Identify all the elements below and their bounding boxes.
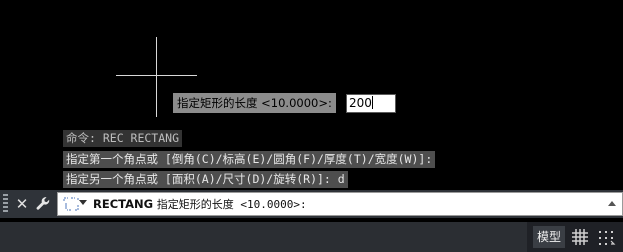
layout-tabs-area: [0, 222, 527, 252]
dynamic-input-value: 200: [349, 96, 372, 110]
command-input[interactable]: RECTANG 指定矩形的长度 <10.0000>:: [57, 192, 623, 216]
command-history-line: 指定另一个角点或 [面积(A)/尺寸(D)/旋转(R)]: d: [63, 171, 348, 188]
command-history-line: 命令: REC RECTANG: [63, 130, 183, 147]
active-command-name: RECTANG: [93, 197, 154, 211]
command-prompt-message: 指定矩形的长度 <10.0000>:: [156, 198, 307, 211]
model-space-button[interactable]: 模型: [533, 226, 565, 248]
chevron-up-icon[interactable]: [608, 201, 616, 206]
dynamic-input-prompt: 指定矩形的长度 <10.0000>:: [173, 93, 336, 113]
drag-handle[interactable]: [3, 194, 8, 214]
chevron-down-icon[interactable]: [79, 200, 87, 205]
command-prompt-icon[interactable]: [63, 197, 79, 211]
grid-icon[interactable]: [570, 227, 590, 247]
crosshair-vertical: [156, 37, 157, 117]
drawing-canvas[interactable]: 指定矩形的长度 <10.0000>: 200 命令: REC RECTANG 指…: [0, 0, 623, 252]
dynamic-input-field[interactable]: 200: [346, 94, 396, 113]
command-history-line: 指定第一个角点或 [倒角(C)/标高(E)/圆角(F)/厚度(T)/宽度(W)]…: [63, 151, 436, 168]
snap-icon[interactable]: [596, 227, 616, 247]
status-bar: 模型: [0, 222, 623, 252]
close-icon[interactable]: ✕: [14, 194, 30, 214]
command-line-bar: ✕ RECTANG 指定矩形的长度 <10.0000>:: [0, 190, 623, 218]
command-prompt-text: RECTANG 指定矩形的长度 <10.0000>:: [93, 193, 307, 215]
text-caret: [371, 96, 373, 109]
wrench-icon[interactable]: [34, 194, 52, 214]
